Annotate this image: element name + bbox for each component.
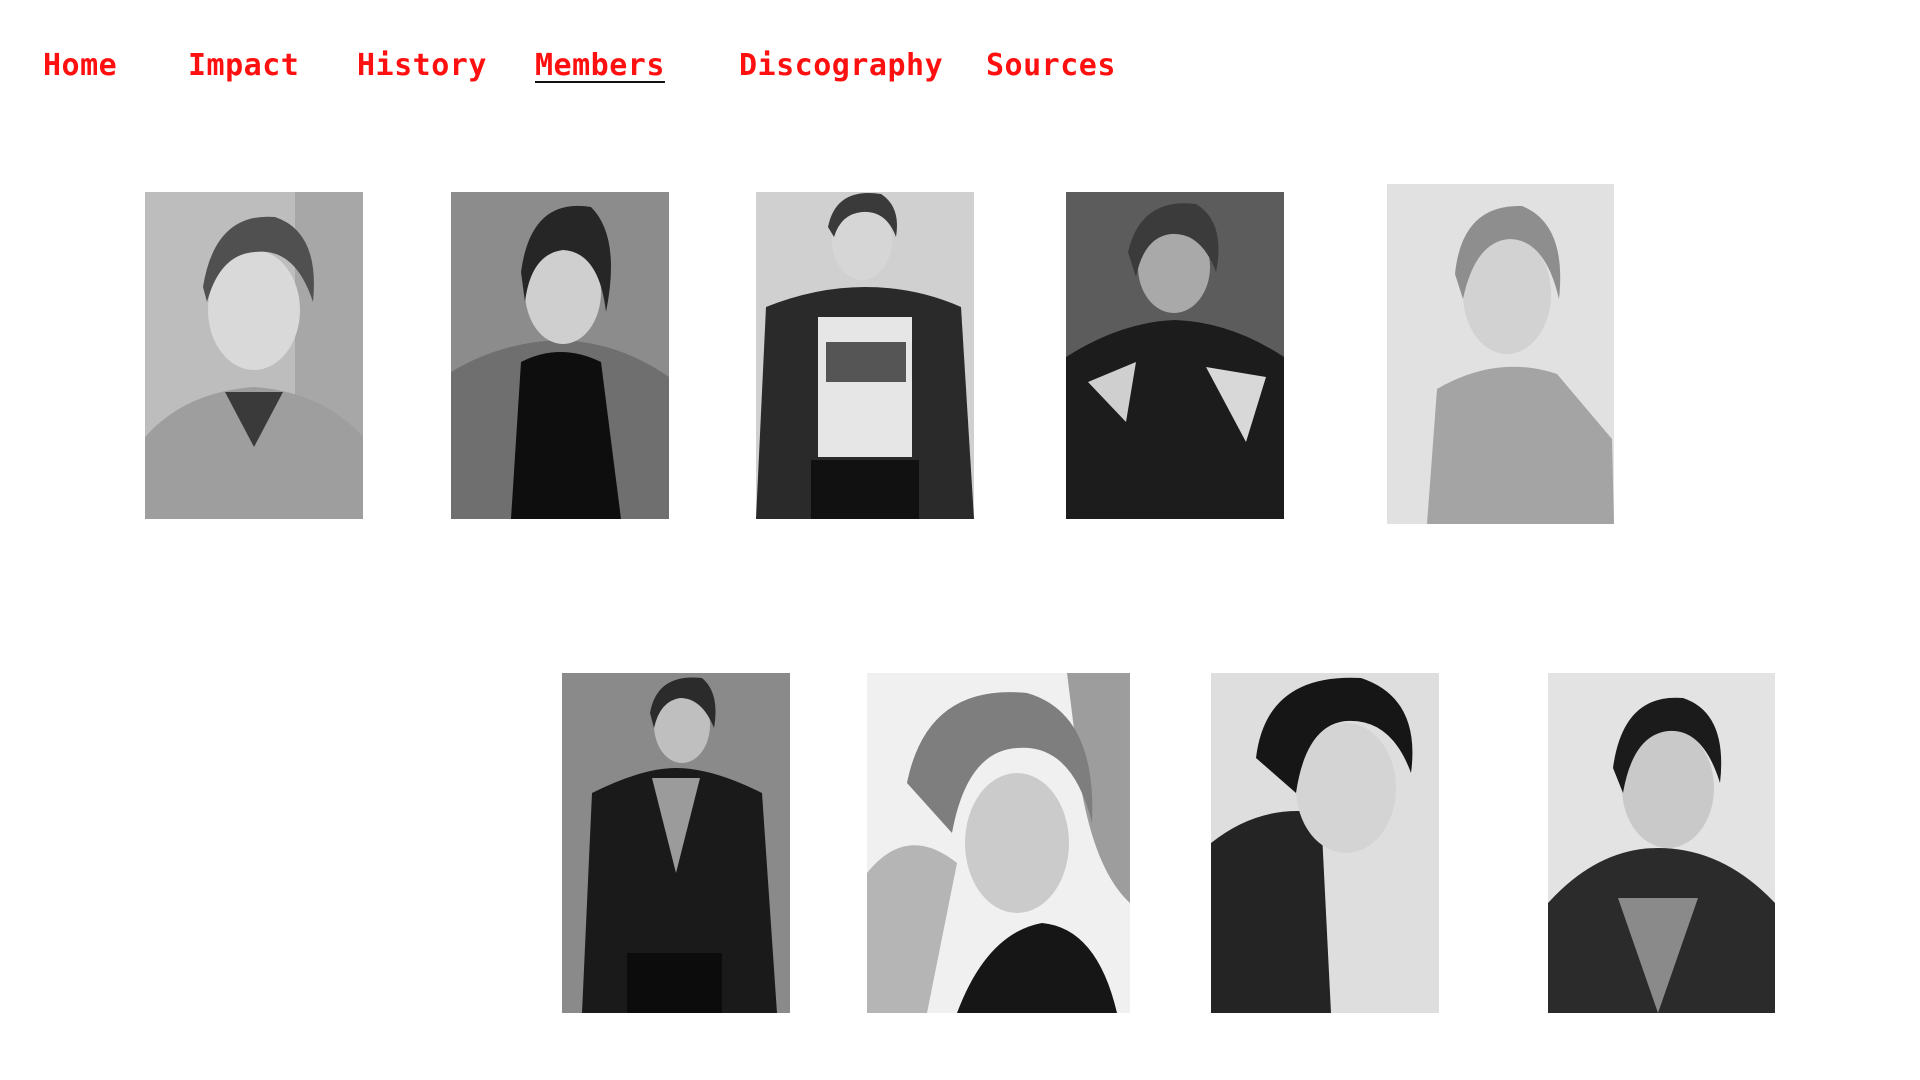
member-photo-icon (1548, 673, 1775, 1013)
member-photo-icon (1387, 184, 1614, 524)
member-photo-2[interactable] (451, 192, 669, 519)
member-photo-8[interactable] (1211, 673, 1439, 1013)
nav-link-discography[interactable]: Discography (739, 44, 943, 88)
member-photo-icon (867, 673, 1130, 1013)
member-photo-icon (756, 192, 974, 519)
nav-link-history[interactable]: History (357, 44, 487, 88)
member-photo-icon (1066, 192, 1284, 519)
member-photo-6[interactable] (562, 673, 790, 1013)
member-photo-1[interactable] (145, 192, 363, 519)
member-photo-5[interactable] (1387, 184, 1614, 524)
member-photo-icon (1211, 673, 1439, 1013)
member-photo-3[interactable] (756, 192, 974, 519)
member-photo-icon (145, 192, 363, 519)
member-photo-7[interactable] (867, 673, 1130, 1013)
member-photo-9[interactable] (1548, 673, 1775, 1013)
member-photo-icon (562, 673, 790, 1013)
nav-link-members[interactable]: Members (535, 44, 665, 88)
member-photo-4[interactable] (1066, 192, 1284, 519)
nav-link-sources[interactable]: Sources (986, 44, 1116, 88)
nav-link-impact[interactable]: Impact (188, 44, 299, 88)
member-photo-icon (451, 192, 669, 519)
nav-link-home[interactable]: Home (43, 44, 117, 88)
